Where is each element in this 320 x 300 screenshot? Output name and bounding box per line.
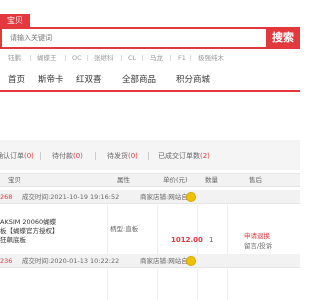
order-time: 成交时间:2021-10-19 19:16:52	[22, 193, 120, 201]
search-input[interactable]	[0, 27, 264, 49]
header-attribute: 属性	[117, 176, 130, 184]
order-time: 成交时间:2020-01-13 10:22:22	[22, 257, 120, 265]
search-button[interactable]: 搜索	[266, 27, 300, 49]
quantity: 1	[209, 236, 214, 244]
product-title-line[interactable]: 狂飙底板	[0, 236, 26, 245]
unit-price: 1012.00	[171, 236, 203, 244]
status-pending-shipment[interactable]: 待发货(0)	[107, 151, 138, 161]
column-divider	[197, 205, 198, 257]
hot-word[interactable]: 极强纯木	[198, 53, 224, 63]
header-item: 宝贝	[8, 176, 21, 184]
hot-word-divider	[65, 55, 66, 61]
nav-item-dhs[interactable]: 红双喜	[76, 73, 102, 87]
status-pending-payment[interactable]: 待付款(0)	[52, 151, 83, 161]
column-divider	[227, 269, 228, 300]
hot-word[interactable]: 钰鹏	[8, 53, 21, 63]
hot-word-divider	[170, 55, 171, 61]
hot-word[interactable]: OC	[72, 53, 82, 63]
header-after-sale: 售后	[249, 176, 262, 184]
product-title-line[interactable]: 板【蝴蝶官方授权】	[0, 227, 59, 236]
hot-word-divider	[142, 55, 143, 61]
column-divider	[157, 269, 158, 300]
nav-item-all-products[interactable]: 全部商品	[122, 73, 156, 87]
column-divider	[107, 205, 108, 257]
status-completed-orders[interactable]: 已成交订单数(2)	[158, 151, 210, 161]
hot-word[interactable]: CL	[128, 53, 136, 63]
status-divider	[95, 152, 96, 160]
nav-item-stiga[interactable]: 斯帝卡	[38, 73, 64, 87]
shop-badge-icon	[186, 192, 196, 202]
hot-word-divider	[190, 55, 191, 61]
hot-word[interactable]: 张继科	[94, 53, 114, 63]
column-divider	[157, 205, 158, 257]
column-divider	[107, 269, 108, 300]
hot-word-divider	[30, 55, 31, 61]
hot-word-divider	[87, 55, 88, 61]
column-divider	[227, 205, 228, 257]
column-divider	[197, 269, 198, 300]
hot-word-divider	[121, 55, 122, 61]
status-divider	[40, 152, 41, 160]
apply-return-link[interactable]: 申请退换	[244, 230, 270, 240]
order-status-bar	[0, 140, 300, 170]
hot-word[interactable]: 马龙	[150, 53, 163, 63]
nav-underline	[0, 90, 300, 92]
hot-word[interactable]: 蝴蝶王	[37, 53, 57, 63]
product-title-line[interactable]: AKSIM 20060蝴蝶	[0, 218, 56, 227]
product-attribute: 柄型:直板	[110, 225, 139, 233]
shop-badge-icon	[186, 256, 196, 266]
status-divider	[148, 152, 149, 160]
order-id[interactable]: 268	[0, 191, 12, 203]
order-id[interactable]: 236	[0, 255, 12, 267]
search-tab-label[interactable]: 宝贝	[0, 14, 30, 27]
status-confirm-orders[interactable]: 确认订单(0)	[0, 151, 34, 161]
header-quantity: 数量	[205, 176, 218, 184]
order-row	[0, 270, 300, 300]
hot-word[interactable]: F1	[178, 53, 186, 63]
message-complaint-link[interactable]: 留言/投诉	[244, 240, 272, 250]
header-unit-price: 单价(元)	[163, 176, 188, 184]
nav-item-points-mall[interactable]: 积分商城	[176, 73, 210, 87]
nav-item-home[interactable]: 首页	[8, 73, 25, 87]
